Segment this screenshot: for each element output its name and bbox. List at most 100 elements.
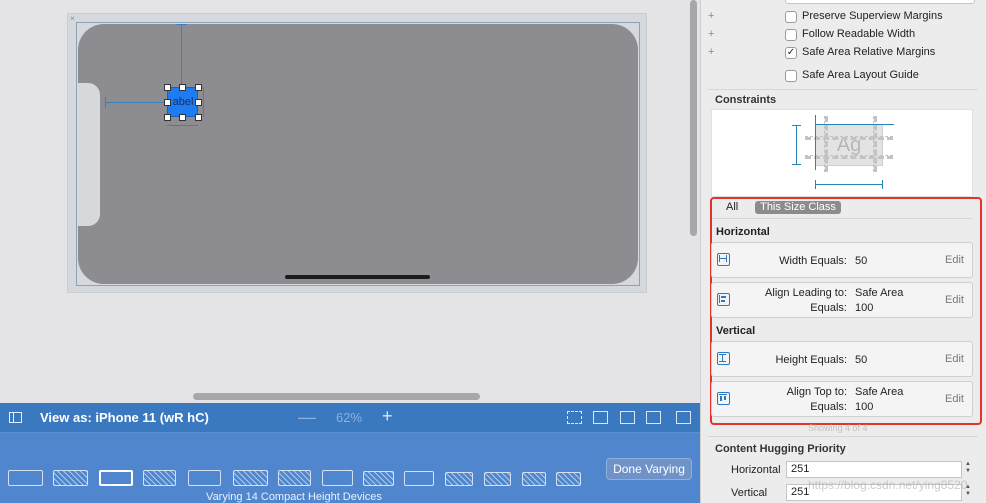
- device-ipad-air-split-icon[interactable]: [233, 470, 268, 486]
- horizontal-group-title: Horizontal: [716, 226, 770, 238]
- add-constraints-icon[interactable]: [620, 411, 635, 424]
- edit-height-button[interactable]: Edit: [945, 353, 964, 365]
- align-icon[interactable]: [593, 411, 608, 424]
- device-iphone-8-plus-icon[interactable]: [404, 471, 434, 486]
- device-iphone-11-selected-icon[interactable]: [99, 470, 133, 486]
- constraint-value: 50: [855, 354, 868, 366]
- constraints-section-title: Constraints: [715, 94, 777, 106]
- iphone-screen[interactable]: [78, 24, 638, 284]
- divider: [712, 218, 972, 219]
- vertical-scrollbar[interactable]: [690, 0, 697, 236]
- variation-plus-icon[interactable]: +: [708, 10, 714, 22]
- device-ipad-mini-icon[interactable]: [363, 471, 394, 486]
- checkbox-label: Follow Readable Width: [802, 28, 916, 40]
- resize-handle-bl[interactable]: [164, 114, 171, 121]
- toggle-sidebar-icon[interactable]: [9, 412, 22, 423]
- resize-handle-tl[interactable]: [164, 84, 171, 91]
- hugging-horizontal-label: Horizontal: [731, 464, 781, 476]
- device-iphone-4s-icon[interactable]: [556, 472, 581, 486]
- constraint-value: 100: [855, 401, 874, 413]
- leading-constraint-line[interactable]: [105, 102, 167, 103]
- view-as-label[interactable]: View as: iPhone 11 (wR hC): [40, 410, 209, 425]
- done-varying-button[interactable]: Done Varying: [606, 458, 692, 480]
- resolve-issues-icon[interactable]: [646, 411, 661, 424]
- segment-this-size-class[interactable]: This Size Class: [755, 201, 841, 214]
- constraint-target: Safe Area: [855, 386, 904, 398]
- variation-plus-icon[interactable]: +: [708, 46, 714, 58]
- constraint-name: Align Top to:: [786, 386, 847, 398]
- top-field-partial[interactable]: [785, 0, 975, 4]
- device-ipad-pro-11-icon[interactable]: [143, 470, 176, 486]
- device-iphone-8-icon[interactable]: [445, 472, 473, 486]
- constraint-name: Width Equals:: [779, 255, 847, 267]
- device-ipad-pro-12-icon[interactable]: [8, 470, 43, 486]
- scene-close-icon[interactable]: ×: [70, 15, 75, 23]
- width-constraint-line[interactable]: [167, 125, 198, 126]
- constraint-target: Safe Area: [855, 287, 904, 299]
- embed-in-icon[interactable]: [676, 411, 691, 424]
- device-ipad-10-icon[interactable]: [278, 470, 311, 486]
- varying-devices-text: Varying 14 Compact Height Devices: [206, 491, 382, 503]
- constraint-name: Height Equals:: [775, 354, 847, 366]
- zoom-level: 62%: [336, 410, 363, 425]
- device-notch: [78, 83, 100, 226]
- preview-width-cap-right: [882, 180, 883, 189]
- device-iphone-pro-max-icon[interactable]: [322, 470, 353, 486]
- constraint-name: Align Leading to:: [765, 287, 847, 299]
- device-ipad-pro-12-split-icon[interactable]: [53, 470, 88, 486]
- preview-height-cap-top: [792, 125, 801, 126]
- device-iphone-se-small-icon[interactable]: [522, 472, 546, 486]
- resize-handle-ml[interactable]: [164, 99, 171, 106]
- top-constraint-cap: [176, 24, 187, 25]
- constraint-equals-label: Equals:: [810, 302, 847, 314]
- constraint-row-height[interactable]: Height Equals: 50 Edit: [711, 341, 973, 377]
- preview-guide-top: [805, 136, 893, 140]
- edit-align-top-button[interactable]: Edit: [945, 393, 964, 405]
- constraint-row-align-top[interactable]: Align Top to: Safe Area Equals: 100 Edit: [711, 381, 973, 417]
- hugging-vertical-label: Vertical: [731, 487, 768, 499]
- device-iphone-se-icon[interactable]: [484, 472, 511, 486]
- preview-height-bar: [796, 125, 797, 165]
- divider: [708, 89, 978, 90]
- constraint-value: 100: [855, 302, 874, 314]
- update-frames-icon[interactable]: [567, 411, 582, 424]
- hugging-horizontal-stepper[interactable]: ▲ ▼: [963, 461, 973, 478]
- align-leading-icon: [717, 293, 730, 306]
- preview-guide-bottom: [805, 155, 893, 159]
- constraint-row-width[interactable]: Width Equals: 50 Edit: [711, 242, 973, 278]
- content-hugging-title: Content Hugging Priority: [715, 443, 846, 455]
- zoom-out-icon[interactable]: —: [298, 407, 316, 428]
- checkbox[interactable]: ✓: [785, 47, 797, 59]
- edit-width-button[interactable]: Edit: [945, 254, 964, 266]
- top-constraint-line[interactable]: [181, 24, 182, 87]
- segment-all[interactable]: All: [726, 201, 738, 213]
- leading-constraint-cap: [105, 97, 106, 108]
- checkbox[interactable]: [785, 11, 797, 23]
- checkbox[interactable]: [785, 29, 797, 41]
- variation-plus-icon[interactable]: +: [708, 28, 714, 40]
- align-top-icon: [717, 392, 730, 405]
- height-constraint-line[interactable]: [203, 87, 204, 117]
- checkbox[interactable]: [785, 70, 797, 82]
- resize-handle-mr[interactable]: [195, 99, 202, 106]
- horizontal-scrollbar[interactable]: [193, 393, 480, 400]
- preview-height-cap-bottom: [792, 164, 801, 165]
- edit-align-leading-button[interactable]: Edit: [945, 294, 964, 306]
- zoom-in-icon[interactable]: +: [382, 406, 393, 427]
- showing-count: Showing 4 of 4: [808, 423, 868, 433]
- device-ipad-air-icon[interactable]: [188, 470, 221, 486]
- resize-handle-bm[interactable]: [179, 114, 186, 121]
- height-constraint-icon: [717, 352, 730, 365]
- resize-handle-tr[interactable]: [195, 84, 202, 91]
- preview-width-cap-left: [815, 180, 816, 189]
- constraint-row-align-leading[interactable]: Align Leading to: Safe Area Equals: 100 …: [711, 282, 973, 318]
- view-as-bar: View as: iPhone 11 (wR hC) — 62% +: [0, 403, 700, 433]
- width-constraint-icon: [717, 253, 730, 266]
- constraint-equals-label: Equals:: [810, 401, 847, 413]
- hugging-horizontal-field[interactable]: 251: [786, 461, 962, 478]
- divider: [708, 436, 978, 437]
- checkbox-label: Safe Area Layout Guide: [802, 69, 919, 81]
- preview-width-bar: [815, 184, 883, 185]
- resize-handle-tm[interactable]: [179, 84, 186, 91]
- resize-handle-br[interactable]: [195, 114, 202, 121]
